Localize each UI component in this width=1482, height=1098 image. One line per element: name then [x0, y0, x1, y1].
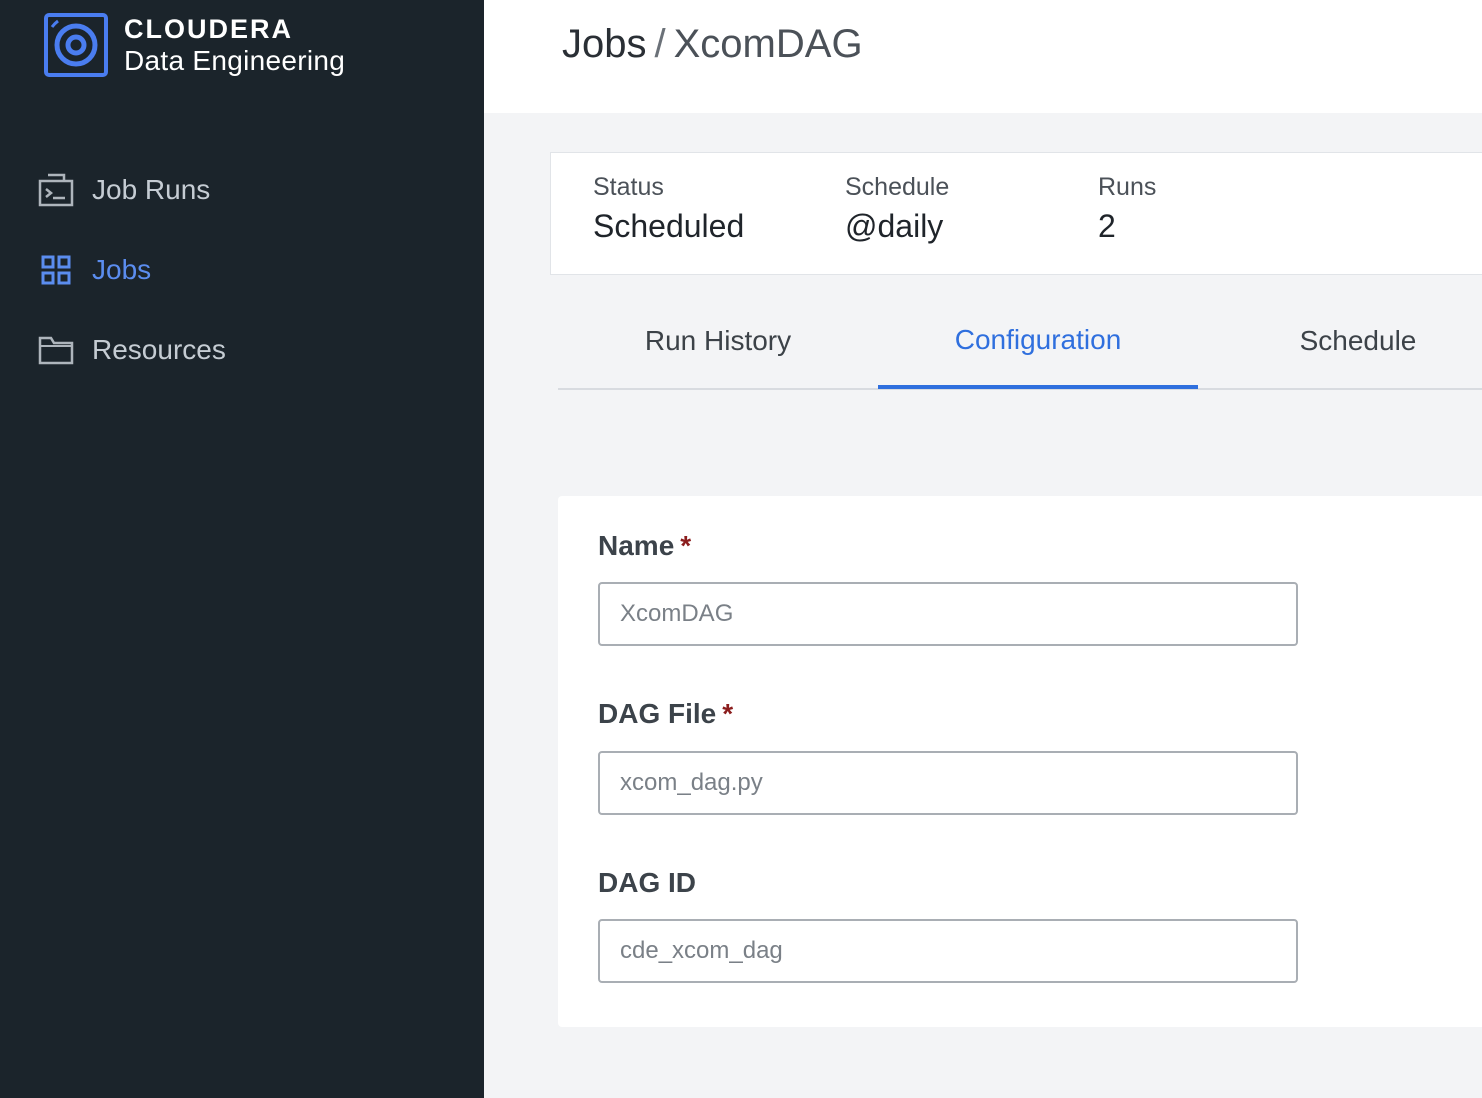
sidebar-item-jobs[interactable]: Jobs: [0, 230, 484, 310]
required-marker: *: [722, 698, 734, 729]
sidebar-item-label: Job Runs: [92, 174, 211, 205]
breadcrumb-jobs-link[interactable]: Jobs: [562, 22, 647, 66]
tab-run-history[interactable]: Run History: [558, 300, 878, 388]
sidebar-item-resources[interactable]: Resources: [0, 310, 484, 390]
brand-product: Data Engineering: [124, 45, 346, 76]
sidebar-item-job-runs[interactable]: Job Runs: [0, 150, 484, 230]
status-stat: Status Scheduled: [593, 173, 744, 245]
schedule-value: @daily: [845, 208, 944, 244]
job-tabs: Run History Configuration Schedule: [558, 300, 1482, 390]
name-label-text: Name: [598, 530, 675, 561]
dag-file-field[interactable]: [598, 751, 1298, 815]
dag-file-field-label: DAG File *: [598, 698, 733, 730]
sidebar-item-label: Resources: [92, 334, 226, 365]
schedule-stat: Schedule @daily: [845, 173, 949, 245]
status-value: Scheduled: [593, 208, 745, 244]
brand[interactable]: CLOUDERA Data Engineering: [44, 12, 345, 78]
configuration-form: Name* DAG File* DAG ID: [558, 496, 1482, 1027]
tab-schedule[interactable]: Schedule: [1198, 300, 1482, 388]
dag-file-label-text: DAG File: [598, 698, 717, 729]
schedule-label: Schedule: [845, 173, 950, 201]
tab-configuration[interactable]: Configuration: [878, 300, 1198, 389]
name-field-label: Name *: [598, 530, 691, 562]
terminal-window-icon: [38, 172, 74, 208]
name-field[interactable]: [598, 582, 1298, 646]
dag-id-field-label: DAG ID: [598, 867, 696, 899]
breadcrumb-separator: /: [654, 22, 666, 66]
status-label: Status: [593, 173, 664, 201]
folder-icon: [38, 332, 74, 368]
required-marker: *: [680, 530, 692, 561]
runs-stat: Runs 2: [1098, 173, 1156, 245]
breadcrumb-current: XcomDAG: [673, 22, 863, 66]
breadcrumb: Jobs / XcomDAG: [562, 22, 863, 67]
job-summary-card: Status Scheduled Schedule @daily Runs 2: [550, 152, 1482, 275]
brand-name: CLOUDERA: [124, 14, 293, 44]
cloudera-logo-icon: [44, 13, 108, 77]
dag-id-label-text: DAG ID: [598, 867, 696, 898]
page-header: Jobs / XcomDAG: [484, 0, 1482, 113]
sidebar-nav: Job Runs Jobs Resources: [0, 150, 484, 390]
sidebar-item-label: Jobs: [92, 254, 152, 285]
sidebar: CLOUDERA Data Engineering Job Runs Jobs …: [0, 0, 484, 1098]
runs-label: Runs: [1098, 173, 1157, 201]
grid-icon: [38, 252, 74, 288]
runs-value: 2: [1098, 208, 1116, 244]
dag-id-field[interactable]: [598, 919, 1298, 983]
